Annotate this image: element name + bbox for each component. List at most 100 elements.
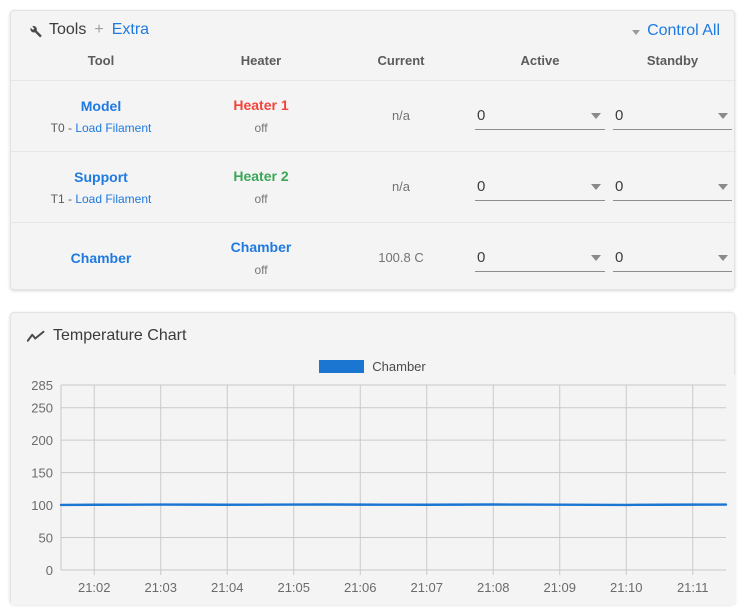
current-temperature: n/a [391, 179, 411, 194]
column-header-standby: Standby [646, 53, 699, 68]
heater-cell: Chamber off [191, 222, 331, 293]
svg-text:285: 285 [31, 378, 53, 393]
control-all-label: Control All [647, 22, 720, 39]
active-temp-select[interactable]: 0 [475, 103, 605, 130]
app-root: Tools + Extra Control All Tool Heater Cu… [0, 0, 745, 613]
svg-text:0: 0 [46, 563, 53, 578]
legend-swatch-chamber[interactable] [319, 360, 365, 373]
heater-name-link[interactable]: Heater 1 [191, 95, 331, 115]
column-header-active: Active [520, 53, 560, 68]
chevron-down-icon [718, 183, 728, 190]
tool-name-link[interactable]: Model [11, 96, 191, 116]
current-temperature: n/a [391, 108, 411, 123]
svg-text:21:10: 21:10 [610, 580, 643, 595]
current-cell: n/a [331, 80, 471, 152]
tools-table-body: Model T0 - Load Filament Heater 1 off n/… [11, 80, 736, 293]
svg-text:200: 200 [31, 433, 53, 448]
extra-link[interactable]: Extra [112, 21, 149, 39]
svg-text:21:09: 21:09 [543, 580, 576, 595]
tools-panel-header: Tools + Extra Control All [11, 11, 734, 51]
current-cell: n/a [331, 151, 471, 223]
tool-subline: T1 - Load Filament [11, 190, 191, 208]
load-filament-link[interactable]: Load Filament [75, 121, 151, 135]
heater-state: off [254, 263, 268, 277]
chevron-down-icon [591, 183, 601, 190]
column-header-current: Current [377, 53, 425, 68]
active-cell: 0 [471, 151, 609, 223]
load-filament-link[interactable]: Load Filament [75, 192, 151, 206]
tool-name-link[interactable]: Support [11, 167, 191, 187]
tools-title: Tools [49, 21, 87, 38]
svg-text:21:11: 21:11 [677, 580, 709, 595]
chevron-down-icon [591, 254, 601, 261]
column-header-heater: Heater [240, 53, 282, 68]
svg-text:250: 250 [31, 401, 53, 416]
standby-cell: 0 [609, 80, 736, 152]
table-row: Support T1 - Load Filament Heater 2 off … [11, 151, 736, 223]
svg-text:21:07: 21:07 [410, 580, 443, 595]
active-cell: 0 [471, 222, 609, 293]
standby-cell: 0 [609, 222, 736, 293]
standby-temp-value: 0 [615, 177, 624, 195]
heater-state: off [254, 121, 268, 135]
active-temp-value: 0 [477, 106, 486, 124]
control-all-button[interactable]: Control All [632, 22, 720, 40]
heater-cell: Heater 2 off [191, 151, 331, 223]
tool-cell: Model T0 - Load Filament [11, 80, 191, 152]
chart-legend: Chamber [11, 359, 734, 374]
chart-title: Temperature Chart [53, 327, 187, 344]
active-temp-select[interactable]: 0 [475, 174, 605, 201]
svg-text:100: 100 [31, 498, 53, 513]
legend-label-chamber: Chamber [372, 359, 426, 374]
tool-prefix: T0 - [50, 120, 76, 135]
heater-cell: Heater 1 off [191, 80, 331, 152]
temperature-chart-panel: Temperature Chart Chamber 0 50 100 150 200 25… [10, 312, 736, 605]
add-extra-plus[interactable]: + [92, 21, 105, 39]
chevron-down-icon [591, 112, 601, 119]
column-header-tool: Tool [87, 53, 115, 68]
current-temperature: 100.8 C [378, 250, 424, 265]
svg-text:21:05: 21:05 [277, 580, 310, 595]
svg-text:21:06: 21:06 [344, 580, 377, 595]
heater-state: off [254, 192, 268, 206]
svg-text:150: 150 [31, 466, 53, 481]
active-temp-select[interactable]: 0 [475, 245, 605, 272]
tools-table: Tool Heater Current Active Standby Model… [11, 51, 736, 293]
tool-name-link[interactable]: Chamber [11, 248, 191, 268]
current-cell: 100.8 C [331, 222, 471, 293]
tools-table-header-row: Tool Heater Current Active Standby [11, 51, 736, 81]
heater-name-link[interactable]: Chamber [191, 237, 331, 257]
active-temp-value: 0 [477, 177, 486, 195]
table-row: Model T0 - Load Filament Heater 1 off n/… [11, 80, 736, 152]
chart-title-group: Temperature Chart [26, 327, 187, 345]
svg-text:50: 50 [39, 531, 53, 546]
heater-name-link[interactable]: Heater 2 [191, 166, 331, 186]
line-chart-icon [26, 330, 45, 344]
chart-svg: 0 50 100 150 200 250 285 21:02 21:03 21:04 21:05 21… [11, 375, 736, 605]
tools-title-group: Tools + Extra [27, 21, 149, 39]
svg-text:21:04: 21:04 [211, 580, 244, 595]
panel-divider [0, 299, 745, 303]
standby-temp-select[interactable]: 0 [613, 245, 732, 272]
chevron-down-icon [718, 112, 728, 119]
wrench-icon [27, 23, 43, 39]
chart-plot-area[interactable]: 0 50 100 150 200 250 285 21:02 21:03 21:04 21:05 21… [11, 375, 736, 605]
standby-temp-select[interactable]: 0 [613, 103, 732, 130]
tool-cell: Support T1 - Load Filament [11, 151, 191, 223]
standby-temp-select[interactable]: 0 [613, 174, 732, 201]
standby-cell: 0 [609, 151, 736, 223]
standby-temp-value: 0 [615, 248, 624, 266]
tool-subline: T0 - Load Filament [11, 119, 191, 137]
chevron-down-icon [632, 29, 641, 35]
active-cell: 0 [471, 80, 609, 152]
chevron-down-icon [718, 254, 728, 261]
table-row: Chamber Chamber off 100.8 C 0 0 [11, 222, 736, 293]
svg-text:21:08: 21:08 [477, 580, 510, 595]
standby-temp-value: 0 [615, 106, 624, 124]
active-temp-value: 0 [477, 248, 486, 266]
svg-text:21:02: 21:02 [78, 580, 111, 595]
tool-cell: Chamber [11, 222, 191, 293]
tool-prefix: T1 - [50, 191, 76, 206]
svg-text:21:03: 21:03 [144, 580, 177, 595]
tools-panel: Tools + Extra Control All Tool Heater Cu… [10, 10, 736, 293]
